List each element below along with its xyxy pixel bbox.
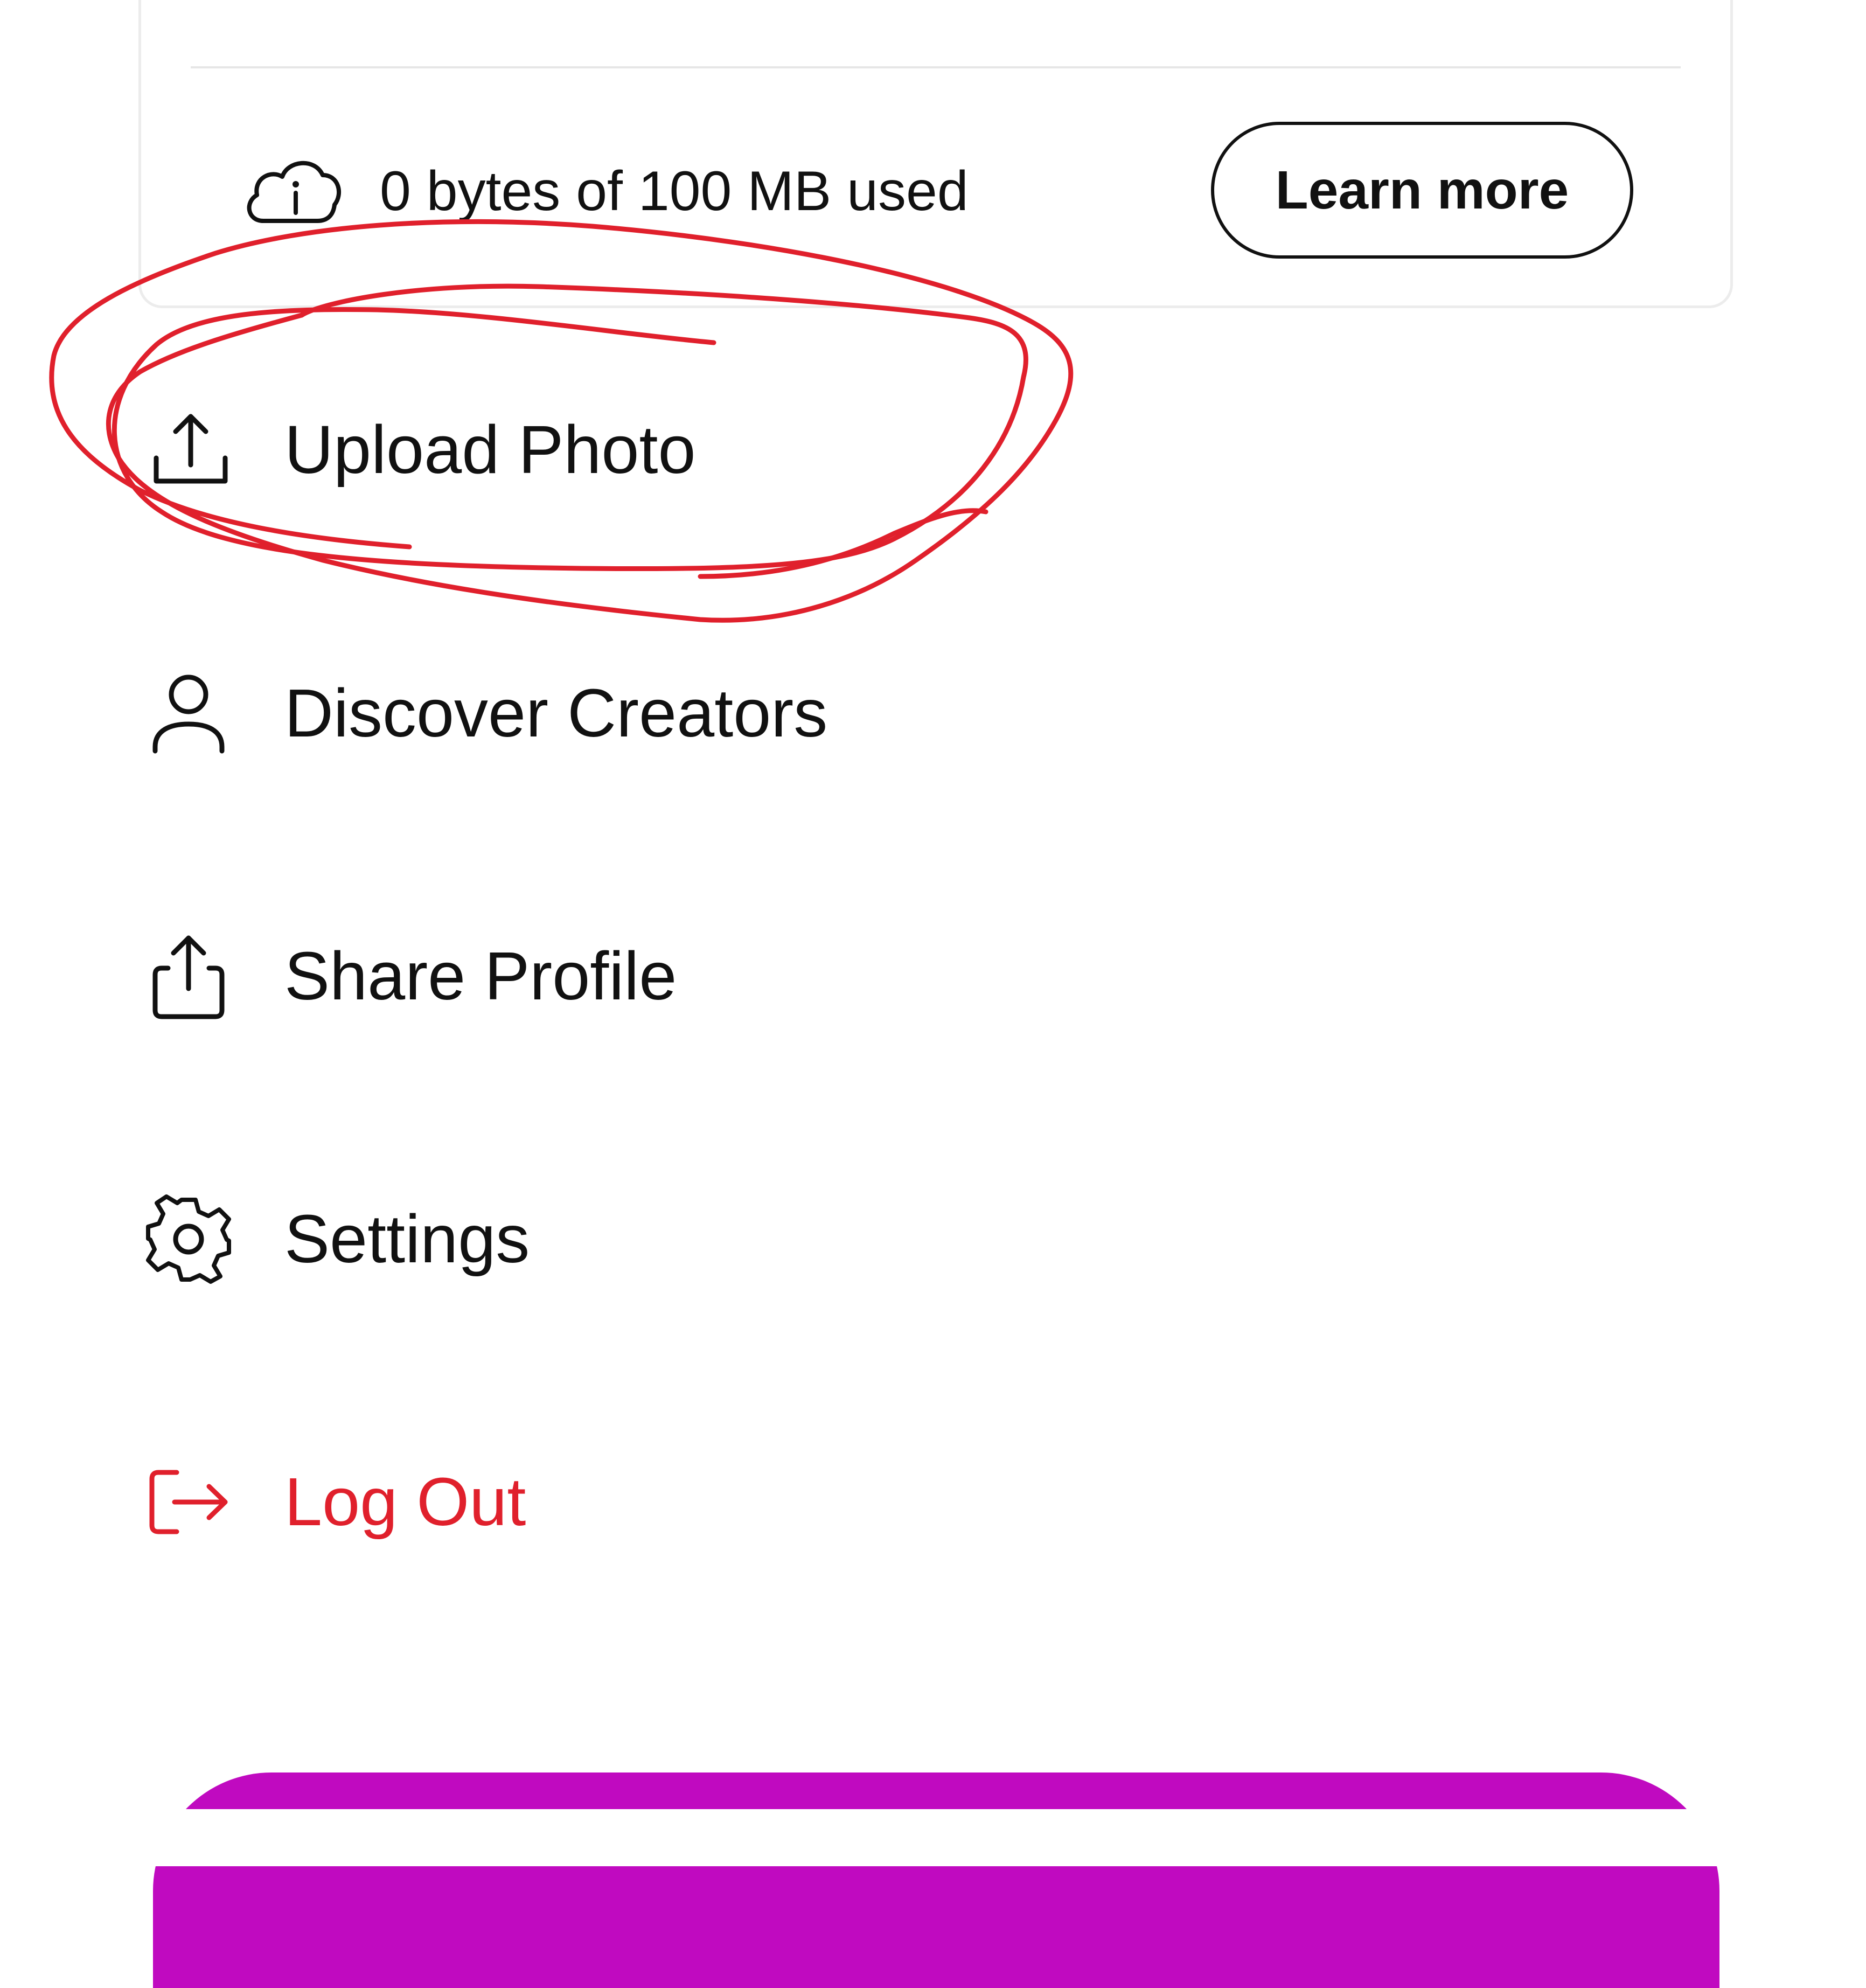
menu-item-discover-creators[interactable]: Discover Creators [129, 649, 1691, 778]
person-icon [140, 665, 237, 762]
menu-item-label: Settings [284, 1201, 530, 1277]
menu-item-label: Share Profile [284, 938, 677, 1014]
share-icon [140, 928, 237, 1025]
menu-item-log-out[interactable]: Log Out [129, 1437, 1691, 1567]
cloud-info-icon [247, 161, 341, 223]
menu-item-label: Log Out [284, 1464, 526, 1540]
bottom-action-bar[interactable] [153, 1772, 1719, 1988]
logout-icon [140, 1454, 237, 1551]
menu-item-label: Discover Creators [284, 675, 828, 751]
learn-more-button[interactable]: Learn more [1211, 122, 1633, 259]
bottom-mask [0, 1809, 1866, 1866]
card-divider [191, 66, 1681, 68]
gear-icon [140, 1191, 237, 1288]
menu-item-upload-photo[interactable]: Upload Photo [129, 385, 1691, 515]
upload-icon [140, 401, 237, 498]
menu-item-label: Upload Photo [284, 412, 696, 488]
menu-item-share-profile[interactable]: Share Profile [129, 912, 1691, 1041]
storage-usage-text: 0 bytes of 100 MB used [380, 160, 969, 223]
menu-item-settings[interactable]: Settings [129, 1174, 1691, 1304]
